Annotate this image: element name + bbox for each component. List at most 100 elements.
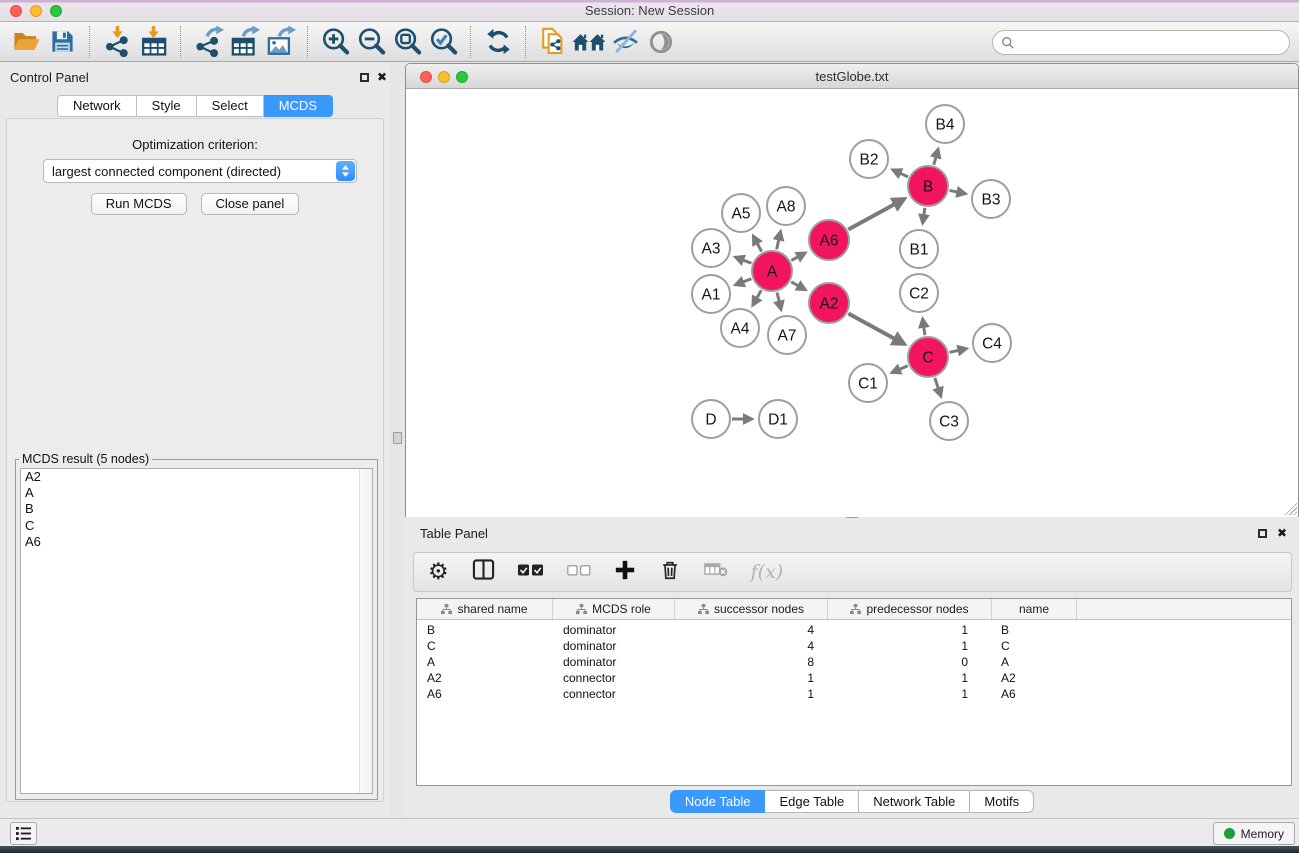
table-cell[interactable]: 8 [675,655,828,669]
table-row[interactable]: Adominator80A [417,654,1291,670]
search-box[interactable] [992,30,1290,55]
column-header-name[interactable]: name [992,599,1077,619]
column-header-mcds-role[interactable]: MCDS role [553,599,675,619]
delete-table-button[interactable] [704,561,728,583]
table-cell[interactable]: 1 [675,687,828,701]
table-cell[interactable]: C [417,639,553,653]
table-cell[interactable]: 4 [675,623,828,637]
graph-edge-C-C3[interactable] [935,378,941,396]
table-cell[interactable]: 1 [828,623,992,637]
graph-edge-C-C2[interactable] [923,319,925,335]
graph-edge-A-A4[interactable] [753,290,762,305]
run-mcds-button[interactable]: Run MCDS [91,193,187,215]
table-row[interactable]: A2connector11A2 [417,670,1291,686]
hide-selected-button[interactable] [607,24,643,60]
tab-style[interactable]: Style [137,95,197,117]
export-table-button[interactable] [226,24,262,60]
table-cell[interactable]: 1 [828,687,992,701]
mcds-result-list[interactable]: A2ABCA6 [20,468,373,794]
export-network-button[interactable] [190,24,226,60]
splitter-handle[interactable] [393,432,402,444]
column-header-successor-nodes[interactable]: successor nodes [675,599,828,619]
mcds-result-item[interactable]: C [21,518,372,534]
graph-edge-A-A3[interactable] [735,257,751,263]
table-cell[interactable]: connector [553,671,675,685]
add-column-button[interactable] [614,559,636,586]
zoom-fit-button[interactable] [389,24,425,60]
deselect-all-rows-button[interactable] [567,563,591,581]
save-session-button[interactable] [44,24,80,60]
table-cell[interactable]: B [417,623,553,637]
open-session-button[interactable] [8,24,44,60]
graph-edge-A-A2[interactable] [791,282,805,290]
graph-edge-C-C4[interactable] [949,349,966,353]
criterion-select[interactable]: largest connected component (directed) [43,159,357,183]
mcds-result-item[interactable]: A2 [21,469,372,485]
tab-node-table[interactable]: Node Table [670,790,766,813]
tab-network[interactable]: Network [57,95,137,117]
table-cell[interactable]: B [992,623,1077,637]
table-options-button[interactable]: ⚙ [428,561,449,584]
table-cell[interactable]: dominator [553,639,675,653]
show-hidden-button[interactable] [643,24,679,60]
select-all-rows-button[interactable] [518,563,544,581]
table-cell[interactable]: A6 [417,687,553,701]
table-cell[interactable]: A6 [992,687,1077,701]
zoom-out-button[interactable] [353,24,389,60]
tab-network-table[interactable]: Network Table [859,790,970,813]
apply-layout-button[interactable] [480,24,516,60]
tab-edge-table[interactable]: Edge Table [765,790,859,813]
table-cell[interactable]: A [417,655,553,669]
table-float-icon[interactable] [1258,529,1267,538]
new-network-from-selection-button[interactable] [535,24,571,60]
panel-splitter[interactable] [390,62,405,818]
table-cell[interactable]: connector [553,687,675,701]
table-cell[interactable]: 1 [828,639,992,653]
mcds-result-item[interactable]: B [21,501,372,517]
close-panel-button[interactable]: Close panel [201,193,300,215]
table-cell[interactable]: 1 [675,671,828,685]
first-neighbors-button[interactable] [571,24,607,60]
task-history-button[interactable] [10,822,37,845]
show-column-panel-button[interactable] [472,558,495,586]
graph-edge-B-B2[interactable] [893,170,908,177]
network-canvas[interactable]: B4B2BB3A8A5A6A3B1AC2A1A2A4A7C4CC1DD1C3 [406,90,1298,517]
graph-edge-A6-B[interactable] [848,199,904,230]
memory-button[interactable]: Memory [1213,822,1295,845]
mcds-result-item[interactable]: A6 [21,534,372,550]
graph-edge-A-A5[interactable] [753,236,761,252]
export-image-button[interactable] [262,24,298,60]
table-cell[interactable]: 0 [828,655,992,669]
table-cell[interactable]: 1 [828,671,992,685]
graph-edge-A-A8[interactable] [777,231,781,249]
graph-edge-B-B4[interactable] [934,149,938,165]
graph-edge-A-A1[interactable] [735,279,751,285]
tab-select[interactable]: Select [197,95,264,117]
table-cell[interactable]: A [992,655,1077,669]
float-panel-icon[interactable] [360,73,369,82]
column-header-predecessor-nodes[interactable]: predecessor nodes [828,599,992,619]
table-cell[interactable]: A2 [417,671,553,685]
table-cell[interactable]: A2 [992,671,1077,685]
result-list-scrollbar[interactable] [359,469,372,793]
graph-edge-A-A6[interactable] [791,253,805,261]
graph-edge-A-A7[interactable] [777,292,781,309]
graph-edge-C-C1[interactable] [892,366,908,373]
graph-edge-B-B3[interactable] [950,190,966,193]
table-close-icon[interactable]: ✖ [1277,526,1287,540]
table-row[interactable]: Cdominator41C [417,638,1291,654]
table-cell[interactable]: dominator [553,655,675,669]
import-network-button[interactable] [99,24,135,60]
table-cell[interactable]: 4 [675,639,828,653]
close-panel-icon[interactable]: ✖ [377,70,387,84]
graph-edge-B-B1[interactable] [923,208,925,223]
zoom-in-button[interactable] [317,24,353,60]
table-cell[interactable]: dominator [553,623,675,637]
mcds-result-item[interactable]: A [21,485,372,501]
delete-column-button[interactable] [659,559,681,586]
network-graph[interactable]: B4B2BB3A8A5A6A3B1AC2A1A2A4A7C4CC1DD1C3 [406,90,1298,517]
function-builder-button[interactable]: f(x) [751,561,784,583]
import-table-button[interactable] [135,24,171,60]
graph-edge-A2-C[interactable] [848,314,904,345]
window-titlebar[interactable]: Session: New Session [0,0,1299,22]
